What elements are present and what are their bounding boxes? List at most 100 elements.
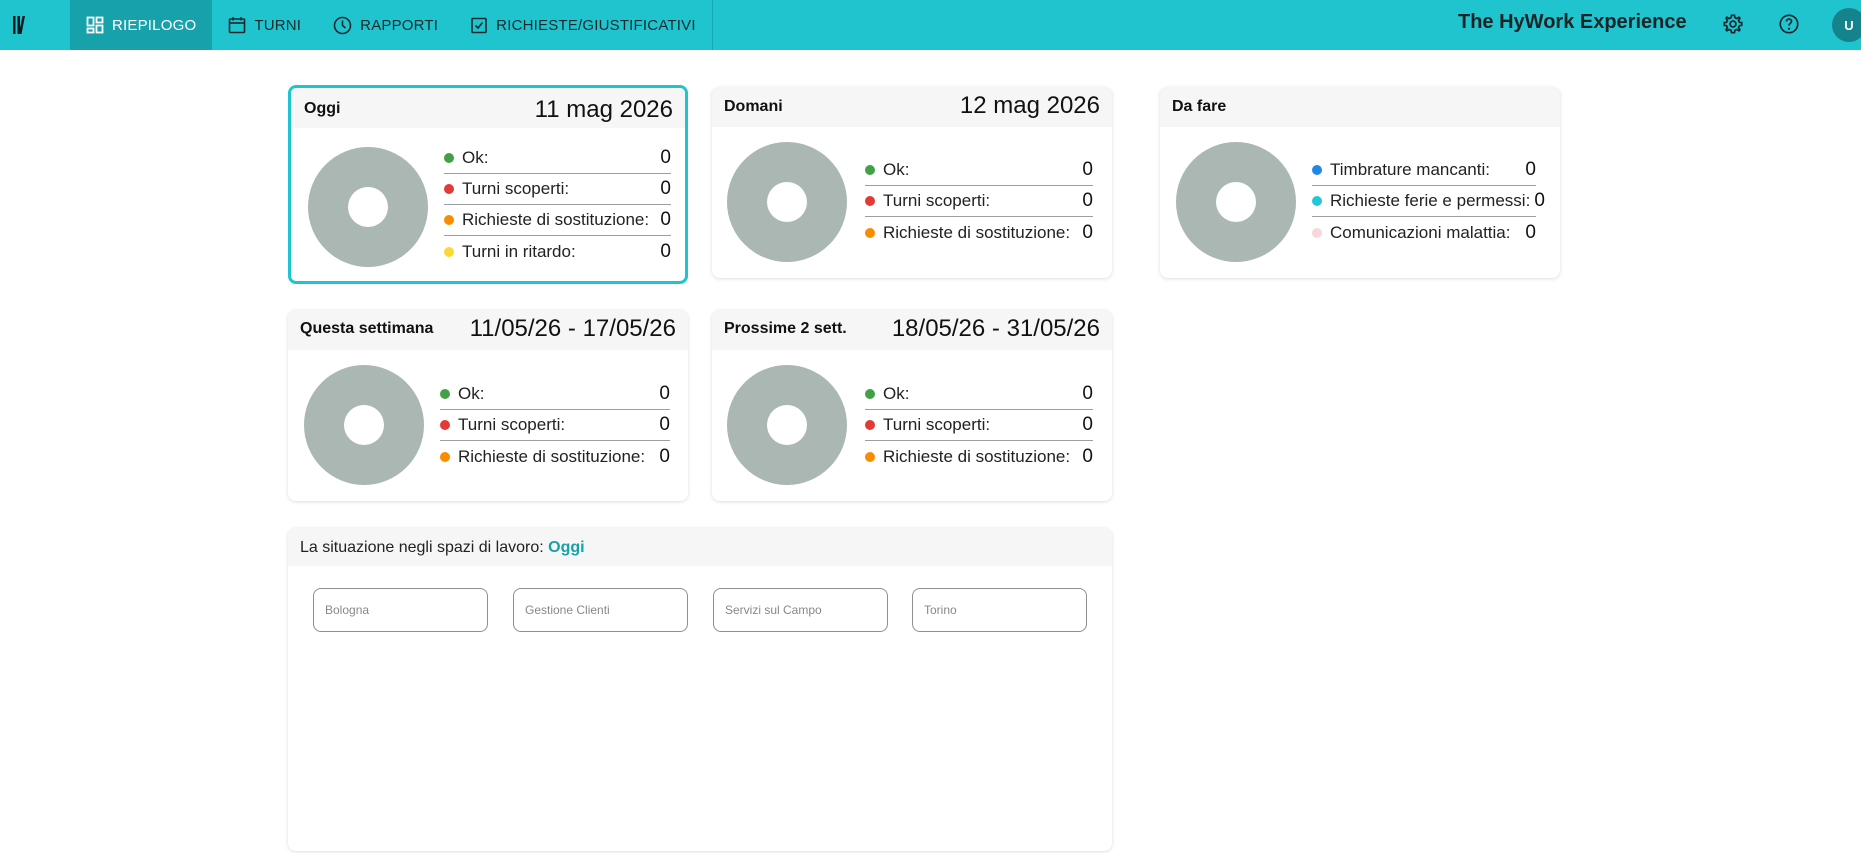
tab-rapporti[interactable]: RAPPORTI: [317, 0, 454, 50]
card-date: 18/05/26 - 31/05/26: [891, 315, 1100, 342]
ok-dot-icon: [865, 389, 875, 399]
legend-value: 0: [660, 209, 671, 230]
workspace-field-servizi-sul-campo[interactable]: Servizi sul Campo: [713, 588, 888, 632]
card-tomorrow[interactable]: Domani 12 mag 2026 Ok: 0 Turni scoperti: 0…: [712, 87, 1112, 278]
workspaces-period[interactable]: Oggi: [548, 539, 584, 556]
legend-label: Turni scoperti:: [883, 415, 991, 434]
card-header: Oggi 11 mag 2026: [291, 88, 685, 128]
missing-clock-dot-icon: [1312, 165, 1322, 175]
legend-value: 0: [659, 445, 670, 467]
card-label: Oggi: [304, 100, 341, 117]
donut-chart: [308, 147, 428, 267]
legend-label: Richieste di sostituzione:: [462, 210, 650, 229]
card-label: Domani: [724, 98, 783, 115]
leave-dot-icon: [1312, 196, 1322, 206]
card-this-week[interactable]: Questa settimana 11/05/26 - 17/05/26 Ok:…: [288, 310, 688, 501]
uncovered-dot-icon: [440, 420, 450, 430]
legend-label: Richieste di sostituzione:: [883, 446, 1071, 466]
tab-label: RIEPILOGO: [112, 16, 197, 34]
legend-row: Turni in ritardo: 0: [444, 236, 671, 267]
ok-dot-icon: [444, 153, 454, 163]
legend-row: Ok: 0: [865, 155, 1093, 186]
donut-chart: [727, 142, 847, 262]
sickness-dot-icon: [1312, 227, 1322, 238]
workspace-field-torino[interactable]: Torino: [912, 588, 1087, 632]
legend: Timbrature mancanti: 0 Richieste ferie e …: [1312, 155, 1545, 248]
card-header: Prossime 2 sett. 18/05/26 - 31/05/26: [712, 310, 1112, 350]
legend-row: Ok: 0: [444, 143, 671, 174]
legend-value: 0: [1082, 159, 1093, 180]
legend-row: Richieste di sostituzione: 0: [865, 441, 1093, 472]
legend-label: Ok:: [883, 384, 910, 403]
legend: Ok: 0 Turni scoperti: 0 Richieste di sosti…: [865, 379, 1093, 472]
legend-value: 0: [1534, 190, 1545, 211]
tab-label: TURNI: [254, 16, 302, 34]
tab-richieste[interactable]: RICHIESTE/GIUSTIFICATIVI: [454, 0, 712, 50]
workspace-field-bologna[interactable]: Bologna: [313, 588, 488, 632]
card-date: 12 mag 2026: [959, 92, 1100, 119]
app-title: The HyWork Experience: [1458, 11, 1687, 33]
clock-icon: [333, 16, 352, 34]
help-button[interactable]: [1776, 11, 1802, 37]
legend-row: Timbrature mancanti: 0: [1312, 155, 1536, 186]
legend-value: 0: [660, 240, 671, 262]
legend-value: 0: [1082, 445, 1093, 467]
card-label: Da fare: [1172, 98, 1227, 115]
dashboard-icon: [86, 16, 104, 34]
legend-value: 0: [1525, 159, 1536, 180]
card-label: Questa settimana: [300, 320, 434, 337]
settings-icon: [1723, 14, 1743, 34]
uncovered-dot-icon: [444, 184, 454, 194]
legend-value: 0: [659, 414, 670, 435]
legend: Ok: 0 Turni scoperti: 0 Richieste di sosti…: [865, 155, 1093, 248]
workspace-field-gestione-clienti[interactable]: Gestione Clienti: [513, 588, 688, 632]
tab-label: RAPPORTI: [360, 16, 439, 34]
legend-value: 0: [1082, 383, 1093, 404]
uncovered-dot-icon: [865, 420, 875, 430]
avatar[interactable]: U: [1832, 8, 1861, 42]
top-bar: RIEPILOGO TURNI RAPPORTI RICHIESTE/GIUST…: [0, 0, 1861, 50]
legend-row: Ok: 0: [440, 379, 670, 410]
substitution-dot-icon: [444, 215, 454, 225]
clipboard-check-icon: [471, 17, 487, 34]
card-header: Da fare: [1160, 87, 1560, 127]
settings-button[interactable]: [1720, 11, 1746, 37]
legend-value: 0: [1082, 221, 1093, 243]
legend-label: Richieste ferie e permessi:: [1330, 191, 1531, 210]
substitution-dot-icon: [865, 227, 875, 238]
substitution-dot-icon: [865, 451, 875, 462]
card-next-two-weeks[interactable]: Prossime 2 sett. 18/05/26 - 31/05/26 Ok:…: [712, 310, 1112, 501]
legend: Ok: 0 Turni scoperti: 0 Richieste di sosti…: [444, 143, 671, 267]
uncovered-dot-icon: [865, 196, 875, 206]
legend-value: 0: [660, 178, 671, 199]
card-today[interactable]: Oggi 11 mag 2026 Ok: 0 Turni scoperti: 0 R…: [288, 85, 688, 284]
card-label: Prossime 2 sett.: [724, 320, 847, 337]
tab-riepilogo[interactable]: RIEPILOGO: [70, 0, 213, 50]
card-todo[interactable]: Da fare Timbrature mancanti: 0 Richieste …: [1160, 87, 1560, 278]
legend-value: 0: [660, 147, 671, 168]
legend-label: Ok:: [462, 148, 489, 167]
legend-row: Turni scoperti: 0: [440, 410, 670, 441]
legend-row: Richieste di sostituzione: 0: [865, 217, 1093, 248]
main-nav: RIEPILOGO TURNI RAPPORTI RICHIESTE/GIUST…: [70, 0, 713, 50]
legend-row: Richieste ferie e permessi: 0: [1312, 186, 1545, 217]
legend-row: Ok: 0: [865, 379, 1093, 410]
legend-value: 0: [1525, 221, 1536, 243]
ok-dot-icon: [440, 389, 450, 399]
calendar-icon: [229, 17, 246, 34]
card-date: 11/05/26 - 17/05/26: [469, 315, 676, 342]
tab-label: RICHIESTE/GIUSTIFICATIVI: [496, 16, 696, 34]
legend-label: Richieste di sostituzione:: [883, 222, 1071, 242]
donut-chart: [304, 365, 424, 485]
app-logo[interactable]: [0, 0, 38, 50]
legend-label: Ok:: [458, 384, 485, 403]
workspaces-panel: La situazione negli spazi di lavoro: Ogg…: [288, 528, 1112, 851]
legend-row: Richieste di sostituzione: 0: [444, 205, 671, 236]
late-dot-icon: [444, 246, 454, 257]
legend-value: 0: [659, 383, 670, 404]
legend-label: Ok:: [883, 160, 910, 179]
card-date: 11 mag 2026: [534, 96, 673, 123]
tab-turni[interactable]: TURNI: [212, 0, 317, 50]
logo-icon: [13, 16, 25, 34]
card-header: Questa settimana 11/05/26 - 17/05/26: [288, 310, 688, 350]
